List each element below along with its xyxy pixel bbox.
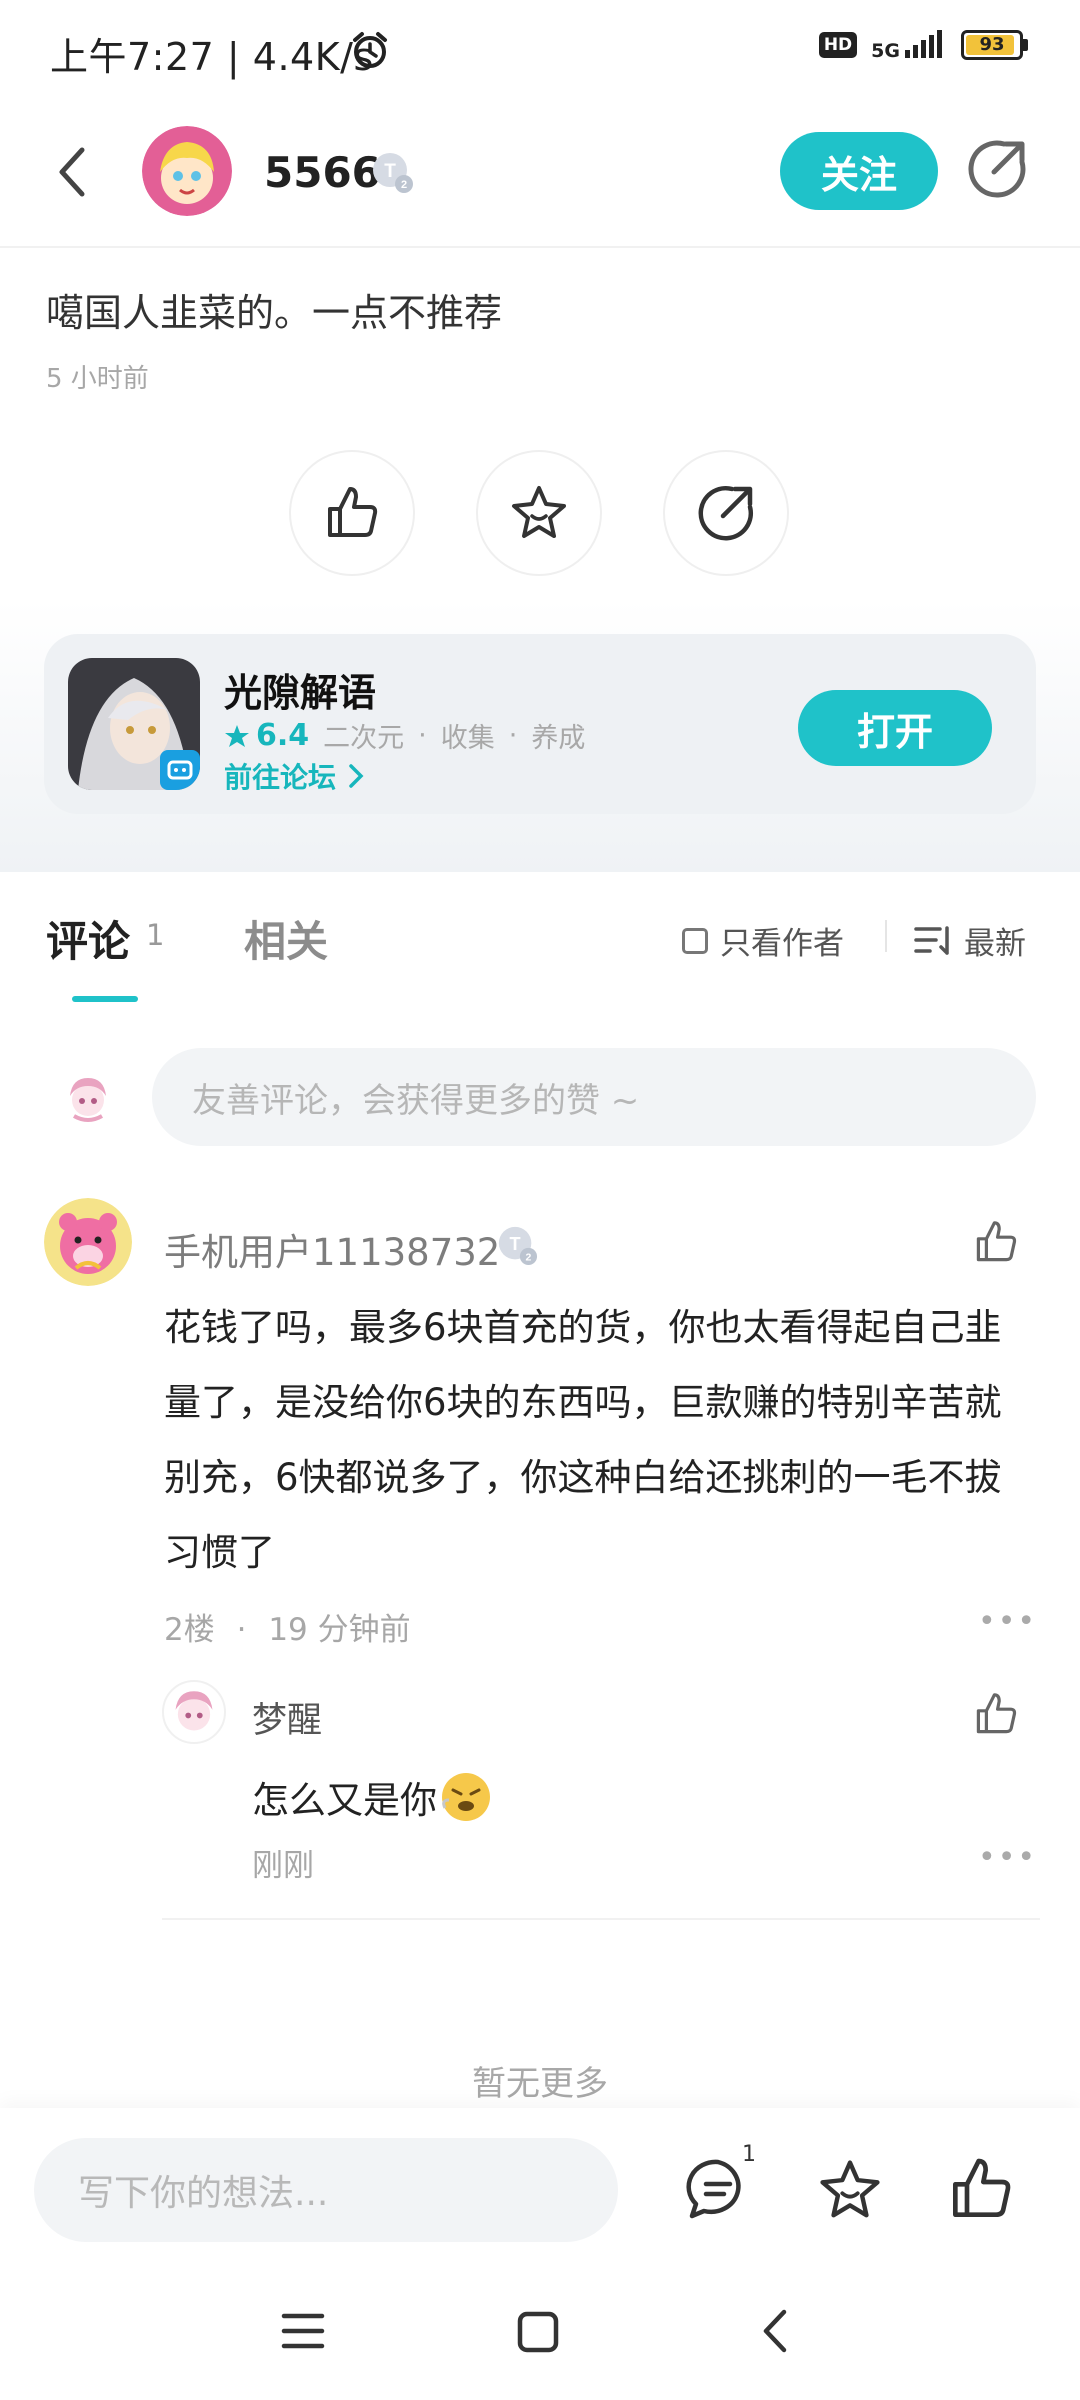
battery-icon: 93 [961,30,1028,60]
end-of-list: 暂无更多 [472,2064,608,2104]
meta-separator: · [236,1612,247,1648]
forum-link-label: 前往论坛 [224,761,337,794]
svg-text:T: T [384,161,396,182]
game-meta: 6.4 二次元 · 收集 · 养成 [224,716,585,755]
follow-button[interactable]: 关注 [780,132,938,210]
sort-icon [914,925,949,955]
post-content: 噶国人韭菜的。一点不推荐 [46,291,503,335]
comment-more-button[interactable]: ••• [978,1604,1037,1639]
only-author-label: 只看作者 [720,926,844,962]
network-type: 5G [871,40,900,62]
reply-text: 怎么又是你 [252,1779,437,1822]
status-icons: HD 5G 93 [818,30,1028,62]
reply-like-icon[interactable] [972,1690,1020,1738]
comment-time: 19 分钟前 [268,1612,411,1648]
comment-badge: 1 [742,2142,756,2167]
rating-star-icon [225,724,249,747]
comment-count: 1 [146,918,165,952]
comment-meta: 2楼 · 19 分钟前 [164,1604,411,1649]
thumb-up-icon [328,487,378,537]
star-icon [512,486,566,538]
level-badge-icon: T 2 [498,1226,538,1266]
game-icon[interactable] [68,658,200,790]
sort-toggle[interactable]: 最新 [914,918,1026,963]
reply-input[interactable]: 写下你的想法... [34,2138,618,2242]
share-post-button[interactable] [663,450,789,576]
svg-text:2: 2 [401,179,407,191]
active-tab-indicator [72,996,138,1002]
favorite-button[interactable] [476,450,602,576]
game-name[interactable]: 光隙解语 [224,662,376,717]
tag-separator: · [508,720,518,751]
alarm-icon [353,32,387,68]
home-icon[interactable] [516,2310,560,2354]
like-button[interactable] [289,450,415,576]
tag-separator: · [418,720,427,751]
status-time: 上午7:27 | 4.4K/s [50,35,374,79]
header-divider [0,246,1080,248]
comment-floor: 2楼 [164,1612,215,1648]
commenter-avatar[interactable] [44,1198,132,1286]
checkbox-icon [682,927,708,954]
signal-group: 5G [871,30,947,62]
reply-username[interactable]: 梦醒 [252,1692,322,1743]
game-tag: 二次元 [323,723,405,754]
divider [885,920,887,952]
commenter-name[interactable]: 手机用户11138732 [164,1222,500,1276]
game-tag: 养成 [531,723,586,754]
chevron-right-icon [349,764,364,788]
comment-input[interactable]: 友善评论，会获得更多的赞 ~ [152,1048,1036,1146]
hd-icon: HD [818,32,858,58]
author-name[interactable]: 5566 [264,148,381,197]
back-nav-icon[interactable] [756,2306,792,2356]
forum-link[interactable]: 前往论坛 [224,756,368,796]
post-time: 5 小时前 [46,364,149,394]
favorite-icon[interactable] [816,2156,884,2224]
reply-text-row: 怎么又是你 [252,1770,493,1824]
divider [162,1918,1040,1920]
sort-label: 最新 [964,926,1026,962]
my-avatar [62,1072,114,1124]
svg-text:T: T [510,1234,521,1254]
only-author-toggle[interactable]: 只看作者 [682,918,844,963]
reply-more-button[interactable]: ••• [978,1840,1037,1875]
reply-avatar[interactable] [162,1680,226,1744]
comment-like-icon[interactable] [972,1218,1020,1266]
tab-comments[interactable]: 评论 [46,908,130,969]
menu-icon[interactable] [280,2310,326,2352]
back-icon[interactable] [52,144,92,200]
comment-text: 花钱了吗，最多6块首充的货，你也太看得起自己韭量了，是没给你6块的东西吗，巨款赚… [164,1306,1002,1574]
level-badge-icon: T 2 [373,153,413,193]
tab-related[interactable]: 相关 [244,908,328,969]
open-game-button[interactable]: 打开 [798,690,992,766]
game-tag: 收集 [440,723,495,754]
share-icon[interactable] [966,138,1028,200]
share-icon [698,486,753,541]
game-score: 6.4 [256,718,310,753]
svg-text:2: 2 [526,1251,532,1263]
emoji-icon [442,1773,490,1821]
signal-icon [905,30,942,58]
author-avatar[interactable] [142,126,232,216]
reply-time: 刚刚 [252,1848,314,1884]
like-icon[interactable] [946,2154,1016,2224]
